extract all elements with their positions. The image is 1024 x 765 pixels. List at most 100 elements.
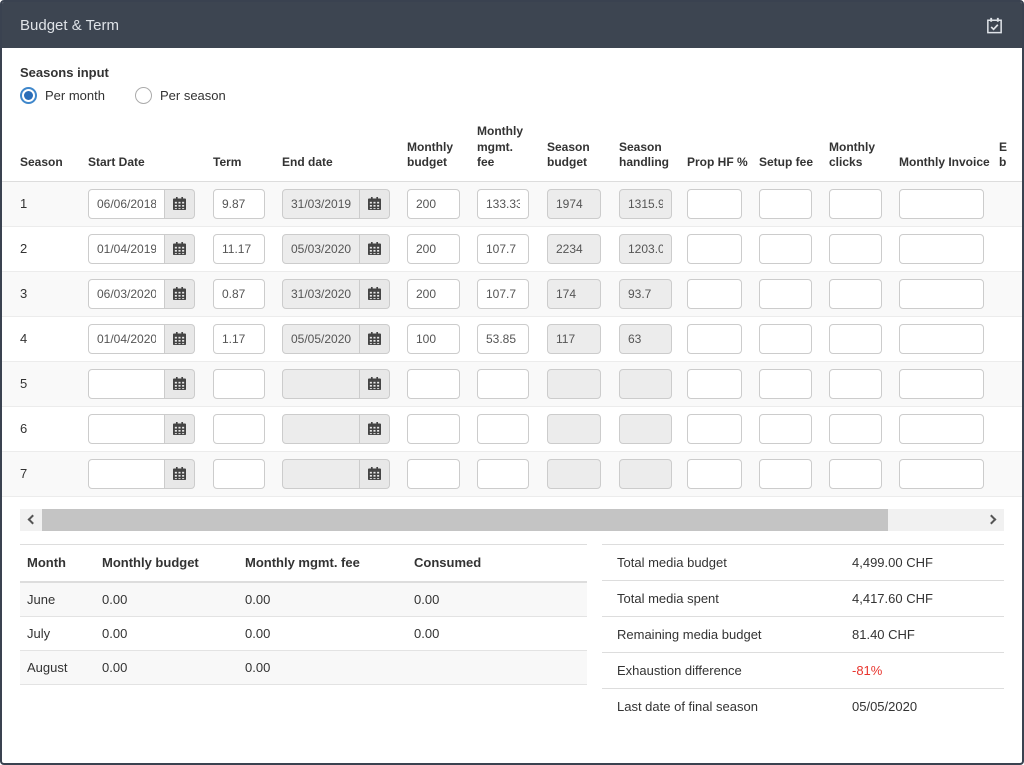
term-input[interactable] [213,279,265,309]
scrollbar-track[interactable] [42,509,982,531]
monthly-mgmt-fee-input[interactable] [477,459,529,489]
calendar-icon [368,242,381,255]
start-date-input[interactable] [88,189,165,219]
monthly-mgmt-fee-input[interactable] [477,369,529,399]
end-date-calendar-button[interactable] [360,234,390,264]
monthly-invoice-input[interactable] [899,234,984,264]
radio-per-season[interactable]: Per season [135,87,226,104]
monthly-budget-input[interactable] [407,369,460,399]
monthly-budget-input[interactable] [407,189,460,219]
monthly-clicks-input[interactable] [829,459,882,489]
radio-per-month[interactable]: Per month [20,87,105,104]
monthly-clicks-input[interactable] [829,324,882,354]
end-date-calendar-button[interactable] [360,324,390,354]
prop-hf-input[interactable] [687,279,742,309]
prop-hf-input[interactable] [687,234,742,264]
monthly-mgmt-fee-input[interactable] [477,189,529,219]
monthly-invoice-input[interactable] [899,189,984,219]
start-date-calendar-button[interactable] [165,369,195,399]
monthly-clicks-input[interactable] [829,279,882,309]
season-number: 2 [20,241,88,256]
end-date-calendar-button[interactable] [360,459,390,489]
setup-fee-input[interactable] [759,369,812,399]
start-date-input[interactable] [88,324,165,354]
setup-fee-input[interactable] [759,459,812,489]
prop-hf-input[interactable] [687,459,742,489]
monthly-invoice-input[interactable] [899,459,984,489]
end-date-calendar-button[interactable] [360,369,390,399]
end-date-field [282,279,360,309]
start-date-calendar-button[interactable] [165,189,195,219]
term-input[interactable] [213,414,265,444]
month-name: June [20,592,102,607]
start-date-calendar-button[interactable] [165,414,195,444]
prop-hf-input[interactable] [687,324,742,354]
col-header-monthly-invoice: Monthly Invoice [899,155,984,171]
start-date-calendar-button[interactable] [165,234,195,264]
term-input[interactable] [213,369,265,399]
horizontal-scrollbar[interactable] [20,509,1004,531]
end-date-calendar-button[interactable] [360,414,390,444]
start-date-input[interactable] [88,234,165,264]
end-date-calendar-button[interactable] [360,279,390,309]
scroll-left-button[interactable] [20,509,42,531]
setup-fee-input[interactable] [759,189,812,219]
end-date-calendar-button[interactable] [360,189,390,219]
calendar-check-icon[interactable] [985,16,1004,35]
col-header-exhausted-budget-truncated: E b [999,140,1022,171]
term-input[interactable] [213,234,265,264]
monthly-budget-input[interactable] [407,279,460,309]
monthly-invoice-input[interactable] [899,414,984,444]
monthly-budget-input[interactable] [407,414,460,444]
scrollbar-thumb[interactable] [42,509,888,531]
radio-unselected-icon[interactable] [135,87,152,104]
monthly-mgmt-fee-input[interactable] [477,279,529,309]
end-date-field [282,234,360,264]
monthly-budget-input[interactable] [407,459,460,489]
radio-selected-icon[interactable] [20,87,37,104]
monthly-invoice-input[interactable] [899,324,984,354]
monthly-invoice-input[interactable] [899,369,984,399]
season-budget-field [547,234,601,264]
monthly-mgmt-fee-input[interactable] [477,414,529,444]
start-date-input[interactable] [88,414,165,444]
season-row: 5 [2,362,1022,407]
setup-fee-input[interactable] [759,324,812,354]
start-date-input[interactable] [88,279,165,309]
monthly-clicks-input[interactable] [829,234,882,264]
summary-label: Total media spent [602,591,852,606]
monthly-clicks-input[interactable] [829,369,882,399]
monthly-budget-input[interactable] [407,234,460,264]
monthly-clicks-input[interactable] [829,189,882,219]
setup-fee-input[interactable] [759,234,812,264]
prop-hf-input[interactable] [687,369,742,399]
month-mgmt-fee-value: 0.00 [245,592,414,607]
col-header-season-budget: Season budget [547,140,601,171]
monthly-mgmt-fee-input[interactable] [477,324,529,354]
monthly-clicks-input[interactable] [829,414,882,444]
season-number: 1 [20,196,88,211]
prop-hf-input[interactable] [687,414,742,444]
summary-row: Last date of final season 05/05/2020 [602,688,1004,724]
start-date-calendar-button[interactable] [165,459,195,489]
panel-body: Seasons input Per month Per season Seaso… [2,48,1022,763]
scroll-right-button[interactable] [982,509,1004,531]
prop-hf-input[interactable] [687,189,742,219]
term-input[interactable] [213,459,265,489]
monthly-invoice-input[interactable] [899,279,984,309]
col-header-monthly-mgmt-fee: Monthly mgmt. fee [477,124,529,171]
term-input[interactable] [213,189,265,219]
start-date-calendar-button[interactable] [165,324,195,354]
start-date-input[interactable] [88,369,165,399]
monthly-mgmt-fee-input[interactable] [477,234,529,264]
season-row: 4 [2,317,1022,362]
start-date-calendar-button[interactable] [165,279,195,309]
start-date-input[interactable] [88,459,165,489]
monthly-budget-input[interactable] [407,324,460,354]
months-table: Month Monthly budget Monthly mgmt. fee C… [20,544,587,724]
season-row: 7 [2,452,1022,497]
term-input[interactable] [213,324,265,354]
season-number: 7 [20,466,88,481]
setup-fee-input[interactable] [759,279,812,309]
setup-fee-input[interactable] [759,414,812,444]
